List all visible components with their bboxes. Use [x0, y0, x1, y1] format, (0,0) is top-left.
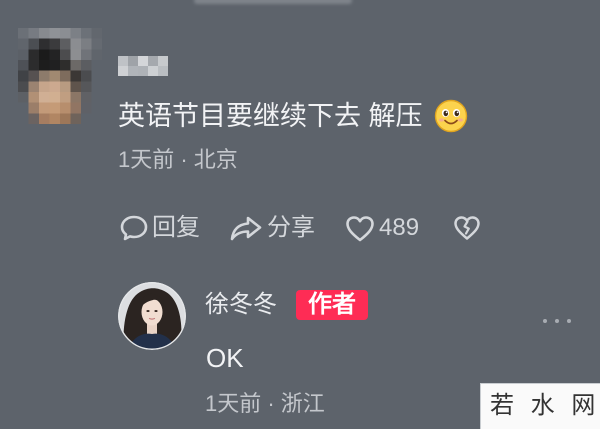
reply-meta: 1天前 · 浙江 — [205, 391, 325, 416]
dislike-button[interactable] — [453, 212, 481, 244]
share-label: 分享 — [267, 214, 315, 241]
share-button[interactable]: 分享 — [229, 212, 315, 244]
like-button[interactable]: 489 — [345, 212, 419, 244]
site-watermark: 若 水 网 — [480, 383, 600, 429]
reply-label: 回复 — [152, 214, 200, 241]
share-arrow-icon — [229, 214, 263, 242]
smiling-face-emoji — [434, 99, 468, 133]
comment-text: 英语节目要继续下去 解压 — [118, 101, 423, 131]
author-badge: 作者 — [296, 290, 368, 320]
heart-icon — [345, 215, 375, 242]
commenter-username[interactable] — [118, 56, 168, 76]
broken-heart-icon — [453, 215, 481, 241]
cutoff-header-text — [194, 0, 352, 4]
reply-text: OK — [206, 343, 244, 373]
comment-bubble-icon — [119, 214, 149, 242]
comment-meta: 1天前 · 北京 — [118, 147, 238, 172]
commenter-avatar[interactable] — [18, 28, 102, 124]
author-name[interactable]: 徐冬冬 — [205, 291, 277, 319]
like-count: 489 — [379, 214, 420, 241]
more-dots-icon[interactable] — [543, 317, 571, 325]
reply-button[interactable]: 回复 — [119, 212, 200, 244]
author-avatar[interactable] — [118, 282, 186, 350]
